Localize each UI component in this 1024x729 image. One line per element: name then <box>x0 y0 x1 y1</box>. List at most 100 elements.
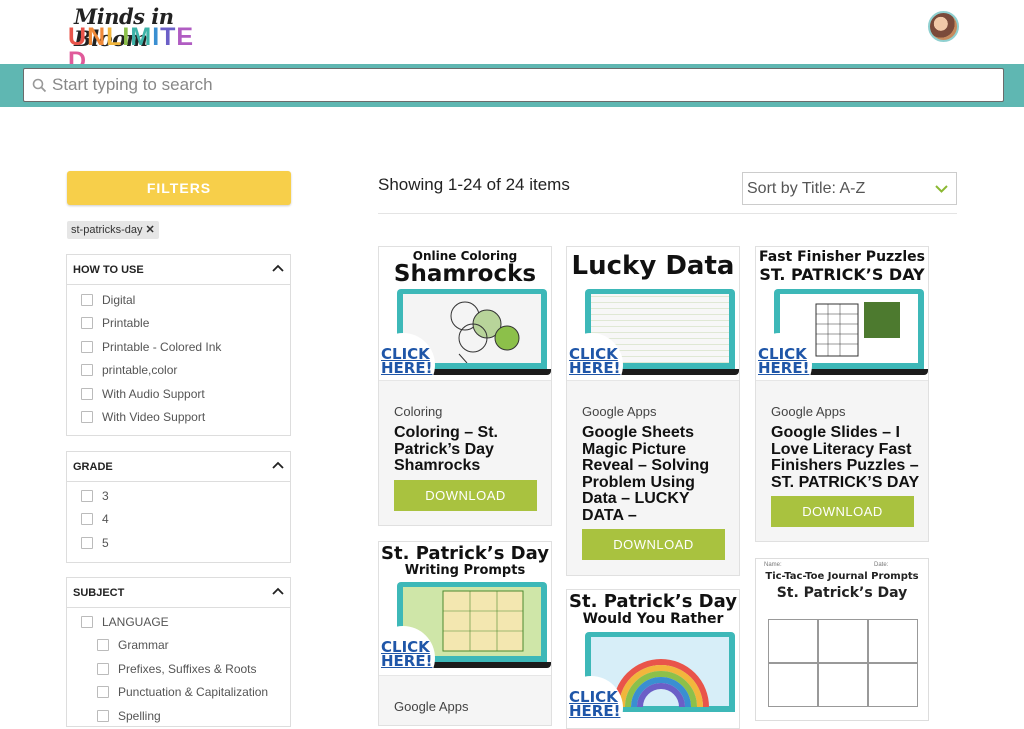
filter-option-label: 4 <box>102 512 109 527</box>
tic-tac-toe-grid <box>768 619 918 729</box>
logo-letter: U <box>68 23 88 51</box>
chevron-up-icon[interactable] <box>272 587 284 595</box>
product-category: Google Apps <box>582 404 657 419</box>
product-category: Google Apps <box>394 699 469 714</box>
product-card[interactable]: Lucky Data CLICK HERE! Google Apps Googl… <box>566 246 740 576</box>
thumb-title: Shamrocks <box>393 261 537 287</box>
product-card[interactable]: Online Coloring Shamrocks CLICK HERE! Co… <box>378 246 552 526</box>
filter-panel-header[interactable]: HOW TO USE <box>67 255 290 285</box>
filter-option-label: Printable - Colored Ink <box>102 339 222 354</box>
thumb-title: St. Patrick’s Day <box>381 543 549 564</box>
checkbox[interactable] <box>97 709 109 722</box>
sort-label: Sort by Title: A-Z <box>747 180 866 197</box>
filter-sub-option[interactable]: Punctuation & Capitalization <box>67 681 290 704</box>
logo-letter: I <box>152 23 161 51</box>
product-thumbnail[interactable]: Lucky Data CLICK HERE! <box>567 247 739 381</box>
product-card[interactable]: Fast Finisher Puzzles ST. PATRICK’S DAY … <box>755 246 929 542</box>
product-thumbnail[interactable]: St. Patrick’s Day Would You Rather CLICK… <box>567 590 739 728</box>
product-thumbnail[interactable]: Fast Finisher Puzzles ST. PATRICK’S DAY … <box>756 247 928 381</box>
filter-option-label: LANGUAGE <box>102 615 169 629</box>
results-count: Showing 1-24 of 24 items <box>378 175 570 194</box>
checkbox[interactable] <box>81 490 93 502</box>
filter-option-label: Punctuation & Capitalization <box>118 685 269 700</box>
filter-option[interactable]: printable,color <box>67 359 290 382</box>
filter-sub-option[interactable]: Grammar <box>67 634 290 657</box>
active-filter-tag[interactable]: st-patricks-day ✕ <box>67 221 159 239</box>
user-avatar[interactable] <box>928 11 959 42</box>
filter-panel-header[interactable]: SUBJECT <box>67 578 290 608</box>
filter-sub-option[interactable]: Spelling <box>67 705 290 728</box>
filter-option-label: 5 <box>102 535 109 550</box>
checkbox[interactable] <box>81 387 93 400</box>
search-box[interactable] <box>23 68 1004 102</box>
filter-sub-option[interactable]: Prefixes, Suffixes & Roots <box>67 658 290 681</box>
filter-option-label: 3 <box>102 489 109 503</box>
download-button[interactable]: DOWNLOAD <box>394 480 537 511</box>
checkbox[interactable] <box>97 639 109 652</box>
search-input[interactable] <box>52 72 982 98</box>
logo-letter: L <box>106 23 123 51</box>
site-logo[interactable]: Minds in Bloom UNLIMITED <box>68 6 208 74</box>
checkbox[interactable] <box>81 616 93 628</box>
product-title[interactable]: Google Slides – I Love Literacy Fast Fin… <box>771 424 921 491</box>
active-filter-label: st-patricks-day <box>71 224 143 236</box>
filter-option[interactable]: With Audio Support <box>67 383 290 406</box>
thumb-subtitle: Tic-Tac-Toe Journal Prompts <box>765 571 919 582</box>
checkbox[interactable] <box>81 364 93 377</box>
checkbox[interactable] <box>81 513 93 526</box>
chevron-down-icon <box>935 185 948 193</box>
filter-panel-subject: SUBJECT LANGUAGE Grammar Prefixes, Suffi… <box>66 577 291 727</box>
filter-option-label: Digital <box>102 293 136 307</box>
filter-panel-title: HOW TO USE <box>73 264 144 276</box>
click-here-text: CLICK HERE! <box>758 345 810 377</box>
filter-option-label: With Video Support <box>102 409 206 424</box>
download-button[interactable]: DOWNLOAD <box>771 496 914 527</box>
filter-option[interactable]: Printable - Colored Ink <box>67 336 290 359</box>
product-card[interactable]: St. Patrick’s Day Would You Rather CLICK… <box>566 589 740 729</box>
checkbox[interactable] <box>81 340 93 353</box>
product-card[interactable]: Name: Date: Tic-Tac-Toe Journal Prompts … <box>755 558 929 721</box>
filter-panel-title: SUBJECT <box>73 587 125 599</box>
filter-option[interactable]: LANGUAGE <box>67 611 290 634</box>
filter-option-label: Grammar <box>118 638 169 653</box>
filter-option-label: Spelling <box>118 708 161 723</box>
checkbox[interactable] <box>81 317 93 330</box>
checkbox[interactable] <box>97 686 109 699</box>
worksheet-date-label: Date: <box>874 562 889 568</box>
filter-option[interactable]: With Video Support <box>67 406 290 429</box>
checkbox[interactable] <box>97 662 109 675</box>
filter-option-label: With Audio Support <box>102 386 205 401</box>
filter-option[interactable]: 3 <box>67 485 290 508</box>
filters-button[interactable]: FILTERS <box>67 171 291 205</box>
logo-letter: E <box>176 23 195 51</box>
checkbox[interactable] <box>81 410 93 423</box>
chevron-up-icon[interactable] <box>272 264 284 272</box>
product-title[interactable]: Google Sheets Magic Picture Reveal – Sol… <box>582 424 732 524</box>
product-card[interactable]: St. Patrick’s Day Writing Prompts CLICK … <box>378 541 552 726</box>
thumb-title: ST. PATRICK’S DAY <box>759 265 925 284</box>
filter-panel-header[interactable]: GRADE <box>67 452 290 482</box>
filter-option[interactable]: 4 <box>67 508 290 531</box>
click-here-text: CLICK HERE! <box>569 345 621 377</box>
product-title[interactable]: Coloring – St. Patrick’s Day Shamrocks <box>394 424 544 475</box>
logo-letter: M <box>130 23 153 51</box>
click-here-text: CLICK HERE! <box>381 345 433 377</box>
search-icon <box>32 78 47 93</box>
product-thumbnail[interactable]: St. Patrick’s Day Writing Prompts CLICK … <box>379 542 551 676</box>
filter-option[interactable]: 5 <box>67 532 290 555</box>
product-thumbnail[interactable]: Online Coloring Shamrocks CLICK HERE! <box>379 247 551 381</box>
remove-filter-icon[interactable]: ✕ <box>146 224 155 236</box>
download-button[interactable]: DOWNLOAD <box>582 529 725 560</box>
filter-panel-how-to-use: HOW TO USE Digital Printable Printable -… <box>66 254 291 436</box>
filter-option[interactable]: Printable <box>67 312 290 335</box>
chevron-up-icon[interactable] <box>272 461 284 469</box>
filter-option[interactable]: Digital <box>67 289 290 312</box>
thumb-title: St. Patrick’s Day <box>776 585 908 601</box>
filter-panel-grade: GRADE 3 4 5 <box>66 451 291 563</box>
sort-select[interactable]: Sort by Title: A-Z <box>742 172 957 205</box>
thumb-title: St. Patrick’s Day <box>569 591 737 612</box>
worksheet-name-label: Name: <box>764 562 782 568</box>
results-divider <box>378 213 957 214</box>
checkbox[interactable] <box>81 536 93 549</box>
checkbox[interactable] <box>81 294 93 306</box>
